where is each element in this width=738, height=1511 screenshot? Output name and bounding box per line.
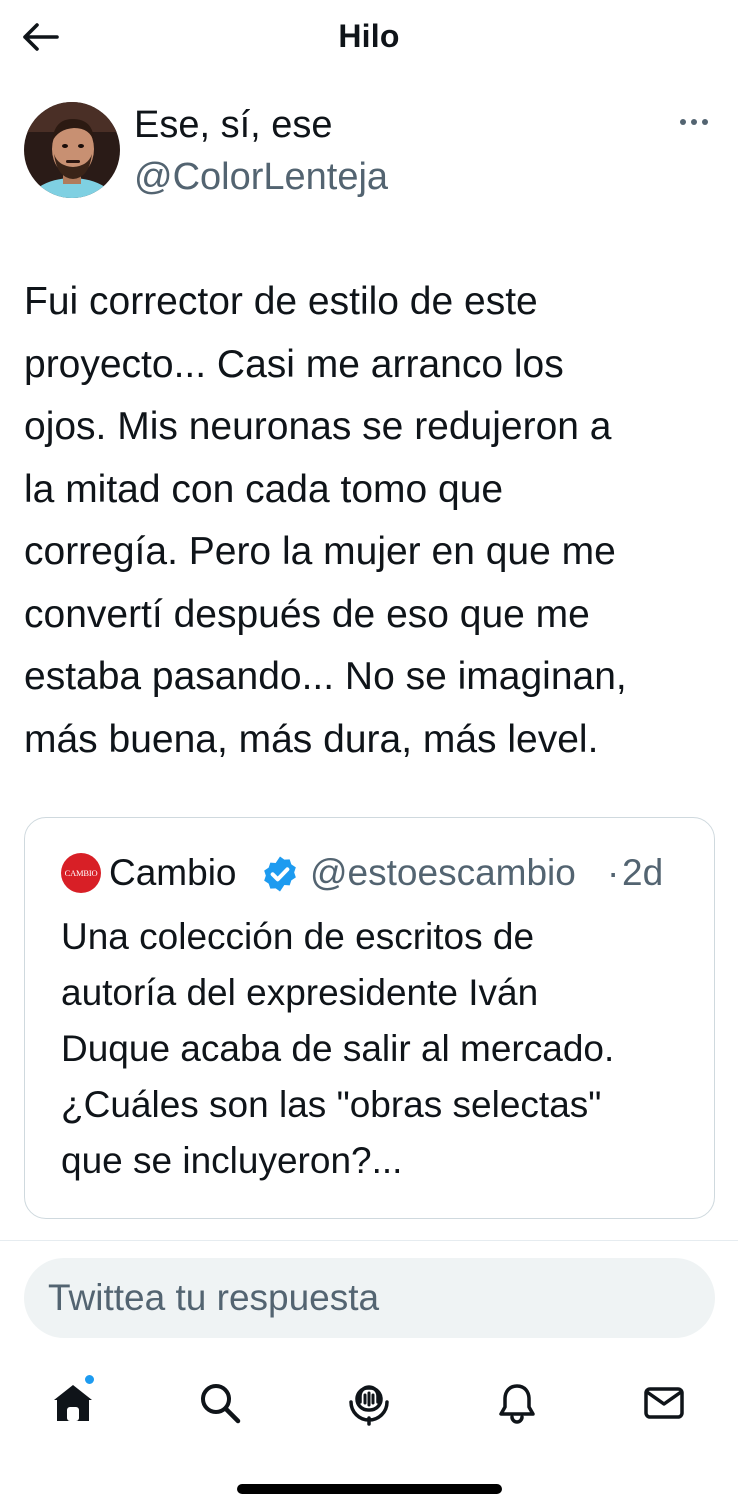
top-bar: Hilo bbox=[0, 0, 738, 76]
divider bbox=[0, 1240, 738, 1241]
new-activity-dot bbox=[83, 1373, 96, 1386]
bell-icon bbox=[499, 1384, 535, 1424]
tweet-author: Ese, sí, ese @ColorLenteja bbox=[24, 102, 714, 202]
quoted-tweet[interactable]: CAMBIO Cambio @estoescambio · 2d Una col… bbox=[24, 817, 715, 1219]
tab-messages[interactable] bbox=[634, 1368, 694, 1438]
quoted-display-name: Cambio bbox=[109, 852, 237, 893]
bottom-tab-bar bbox=[0, 1360, 738, 1450]
more-horizontal-icon bbox=[680, 119, 708, 125]
avatar[interactable] bbox=[24, 102, 120, 198]
tab-notifications[interactable] bbox=[487, 1368, 547, 1438]
tab-search[interactable] bbox=[190, 1368, 250, 1438]
quoted-timestamp: 2d bbox=[622, 852, 664, 893]
more-button[interactable] bbox=[674, 106, 714, 138]
page-title: Hilo bbox=[338, 18, 400, 54]
quoted-avatar: CAMBIO bbox=[61, 853, 101, 893]
reply-input[interactable] bbox=[24, 1258, 715, 1338]
tab-spaces[interactable] bbox=[339, 1368, 399, 1438]
mail-icon bbox=[644, 1387, 684, 1419]
quoted-logo-text: CAMBIO bbox=[64, 868, 98, 878]
spaces-icon bbox=[349, 1385, 389, 1426]
user-handle[interactable]: @ColorLenteja bbox=[134, 156, 388, 199]
display-name[interactable]: Ese, sí, ese bbox=[134, 104, 333, 147]
search-icon bbox=[201, 1384, 241, 1424]
home-icon bbox=[54, 1385, 92, 1421]
quoted-text: Una colección de escritos de autoría del… bbox=[61, 916, 615, 1181]
tweet-text: Fui corrector de estilo de este proyecto… bbox=[24, 280, 627, 761]
verified-badge-icon bbox=[264, 856, 296, 892]
meta-separator: · bbox=[607, 852, 620, 893]
quoted-handle: @estoescambio bbox=[310, 852, 576, 893]
home-indicator[interactable] bbox=[237, 1484, 502, 1494]
